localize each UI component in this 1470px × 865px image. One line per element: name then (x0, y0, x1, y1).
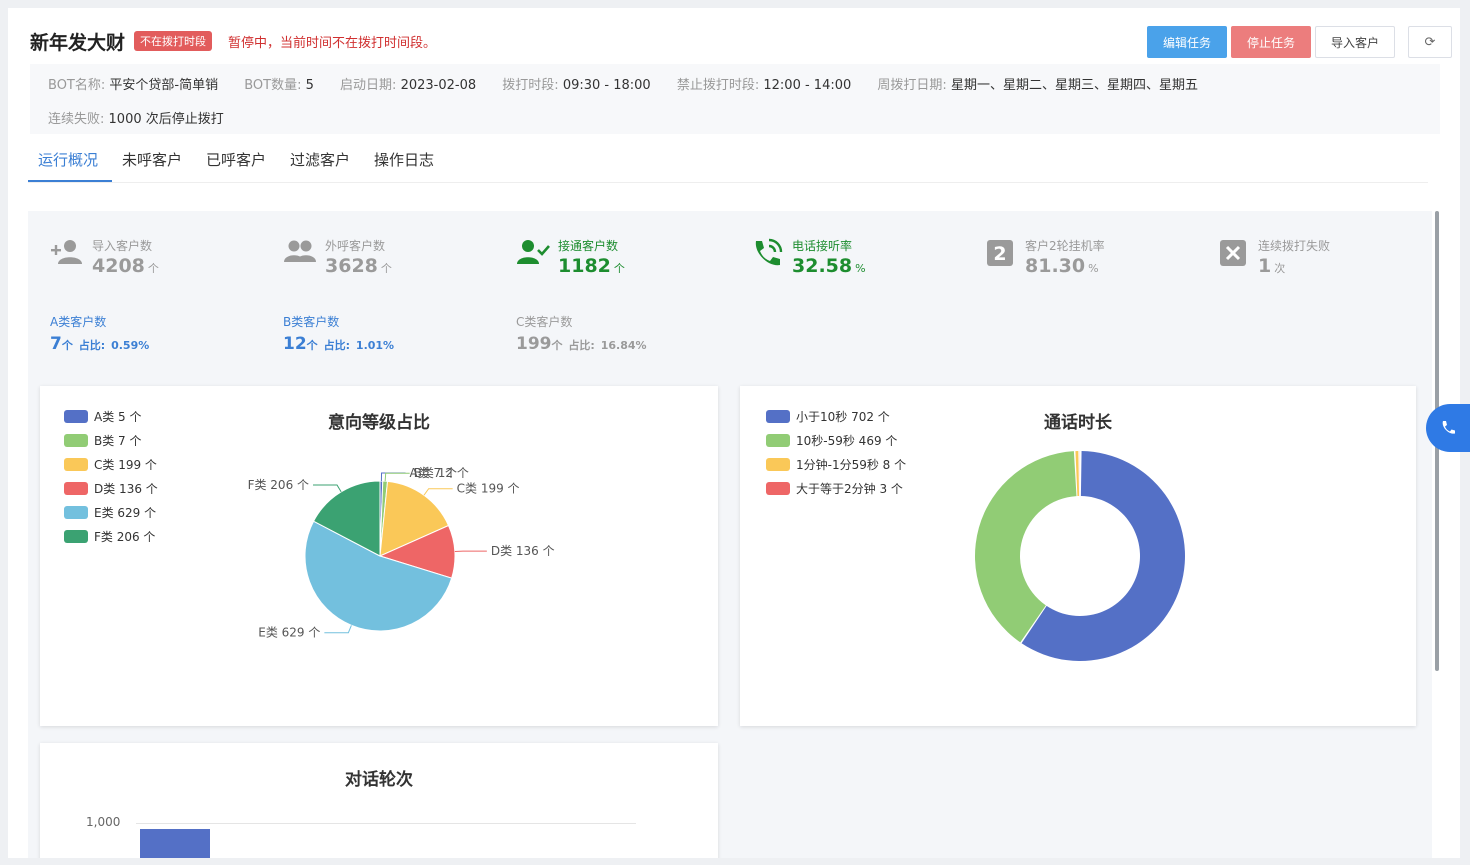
info-row-2: 连续失败: 1000 次后停止拨打 (48, 108, 224, 127)
stat-unit: % (1088, 262, 1099, 275)
stat-unit: 次 (1274, 262, 1286, 275)
stat-label: 外呼客户数 (325, 239, 386, 253)
phone-ringing-icon (755, 238, 783, 266)
stat-value: 3628 (325, 255, 378, 277)
tab-logs[interactable]: 操作日志 (374, 149, 434, 170)
category-unit: 个 (61, 339, 73, 352)
stat-unit: % (855, 262, 866, 275)
forbid-period: 12:00 - 14:00 (763, 78, 852, 93)
bot-count: 5 (305, 78, 314, 93)
category-ratio-label: 占比: (323, 339, 350, 352)
dialogue-rounds-card: 对话轮次 1,000 (40, 743, 718, 858)
category-b: B类客户数 12个 占比: 1.01% (283, 313, 394, 354)
active-tab-indicator (28, 180, 112, 182)
start-date-label: 启动日期: (340, 78, 397, 93)
task-detail-page: 新年发大财 不在拨打时段 暂停中，当前时间不在拨打时间段。 编辑任务 停止任务 … (8, 8, 1460, 858)
fail-label: 连续失败: (48, 112, 105, 127)
import-customers-button[interactable]: 导入客户 (1315, 26, 1395, 58)
forbid-period-label: 禁止拨打时段: (676, 78, 760, 93)
gridline (136, 823, 636, 824)
stat-value: 1 (1258, 255, 1272, 277)
refresh-button[interactable]: ⟳ (1408, 26, 1452, 58)
add-user-icon (51, 240, 82, 264)
stat-label: 接通客户数 (558, 239, 619, 253)
call-duration-card: 通话时长 小于10秒 702 个 10秒-59秒 469 个 1分钟-1分59秒 8… (740, 386, 1416, 726)
intent-pie-chart: A类 7 个B类 12 个C类 199 个D类 136 个E类 629 个F类 … (248, 466, 555, 640)
slice-label: E类 629 个 (258, 626, 320, 640)
category-label: A类客户数 (50, 315, 107, 329)
stat-value: 81.30 (1025, 255, 1086, 277)
stat-label: 电话接听率 (792, 239, 853, 253)
slice-label: B类 12 个 (414, 466, 469, 480)
category-ratio-label: 占比: (78, 339, 106, 352)
tab-uncalled[interactable]: 未呼客户 (122, 149, 182, 170)
tab-overview[interactable]: 运行概况 (38, 149, 98, 170)
stat-value: 4208 (92, 255, 145, 277)
category-a: A类客户数 7个 占比: 0.59% (50, 313, 149, 354)
duration-donut-chart (975, 451, 1185, 661)
tab-bar: 运行概况 未呼客户 已呼客户 过滤客户 操作日志 (28, 143, 1428, 183)
category-value: 7 (50, 334, 62, 354)
category-value: 199 (516, 334, 552, 354)
weekly-label: 周拨打日期: (877, 78, 947, 93)
x-box-icon (1220, 240, 1246, 266)
stat-unit: 个 (147, 262, 159, 275)
category-label: C类客户数 (516, 315, 573, 329)
slice-label: D类 136 个 (491, 544, 555, 558)
bar (140, 829, 210, 858)
svg-text:2: 2 (993, 243, 1006, 265)
stat-value: 32.58 (792, 255, 853, 277)
users-icon (284, 240, 316, 262)
label-line (313, 484, 342, 493)
rounds-chart-title: 对话轮次 (345, 770, 413, 790)
status-message: 暂停中，当前时间不在拨打时间段。 (228, 36, 437, 51)
task-header: 新年发大财 不在拨打时段 暂停中，当前时间不在拨打时间段。 编辑任务 停止任务 … (8, 8, 1460, 138)
info-row-1: BOT名称: 平安个贷部-简单销 BOT数量: 5 启动日期: 2023-02-… (48, 74, 1220, 93)
bot-name: 平安个贷部-简单销 (109, 78, 219, 93)
category-value: 12 (283, 334, 307, 354)
category-ratio: 16.84% (600, 339, 647, 352)
category-c: C类客户数 199个 占比: 16.84% (516, 313, 647, 354)
tab-called[interactable]: 已呼客户 (206, 149, 266, 170)
bot-count-label: BOT数量: (244, 78, 302, 93)
stat-label: 客户2轮挂机率 (1025, 239, 1105, 253)
phone-float-button[interactable] (1426, 404, 1470, 452)
category-unit: 个 (306, 339, 318, 352)
fail-value: 1000 次后停止拨打 (108, 112, 224, 127)
phone-icon (1442, 421, 1455, 434)
intent-level-card: 意向等级占比 A类 5 个 B类 7 个 C类 199 个 D类 136 个 E类 62… (40, 386, 718, 726)
slice-label: C类 199 个 (457, 482, 520, 496)
category-ratio: 1.01% (355, 339, 395, 352)
tab-filtered[interactable]: 过滤客户 (290, 149, 350, 170)
edit-task-button[interactable]: 编辑任务 (1147, 26, 1227, 58)
label-line (384, 472, 410, 482)
category-ratio-label: 占比: (568, 339, 595, 352)
stat-value: 1182 (558, 255, 611, 277)
y-tick-label: 1,000 (86, 815, 121, 829)
task-title: 新年发大财 (30, 32, 126, 54)
category-label: B类客户数 (283, 315, 340, 329)
overview-content: 导入客户数 4208 个 外呼客户数 3628 个 接通客户数 1182 个 电… (28, 211, 1432, 858)
stat-unit: 个 (613, 262, 625, 275)
stat-label: 导入客户数 (92, 239, 153, 253)
stop-task-button[interactable]: 停止任务 (1231, 26, 1311, 58)
status-badge: 不在拨打时段 (134, 31, 212, 51)
bot-name-label: BOT名称: (48, 78, 106, 93)
label-line (423, 488, 453, 496)
user-check-icon (517, 240, 550, 264)
stat-label: 连续拨打失败 (1258, 239, 1331, 253)
stat-unit: 个 (380, 262, 392, 275)
dial-period: 09:30 - 18:00 (562, 78, 651, 93)
start-date: 2023-02-08 (400, 78, 477, 93)
slice-label: F类 206 个 (248, 478, 309, 492)
label-line (324, 625, 352, 634)
refresh-icon: ⟳ (1424, 34, 1436, 50)
weekly-days: 星期一、星期二、星期三、星期四、星期五 (950, 78, 1198, 93)
category-ratio: 0.59% (111, 339, 150, 352)
category-unit: 个 (551, 339, 563, 352)
number-2-icon: 2 (987, 240, 1013, 266)
task-info-bar: BOT名称: 平安个贷部-简单销 BOT数量: 5 启动日期: 2023-02-… (30, 64, 1440, 134)
dial-period-label: 拨打时段: (502, 78, 559, 93)
